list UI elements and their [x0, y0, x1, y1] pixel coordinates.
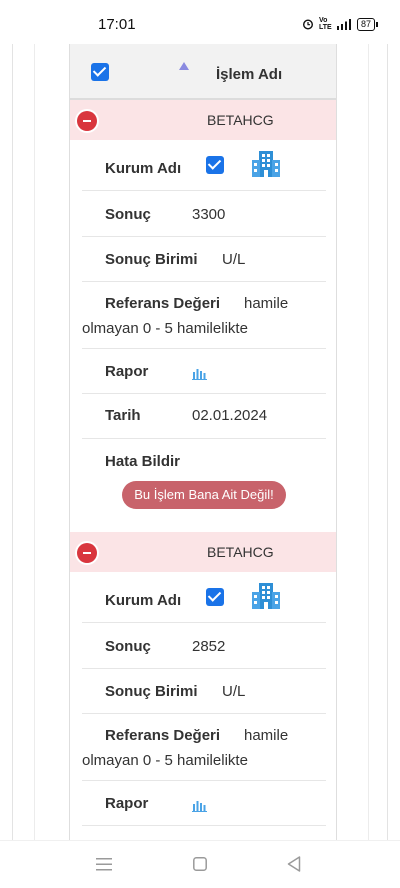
row-referans: Referans Değeri hamile olmayan 0 - 5 ham…	[82, 714, 326, 781]
collapse-icon[interactable]	[77, 543, 97, 563]
birim-label: Sonuç Birimi	[105, 251, 198, 268]
sonuc-value: 2852	[192, 638, 226, 655]
report-chart-icon[interactable]	[192, 798, 207, 812]
record-name: BETAHCG	[207, 544, 274, 560]
building-icon[interactable]	[251, 149, 281, 179]
record-header[interactable]: BETAHCG	[70, 100, 336, 140]
rapor-label: Rapor	[105, 363, 149, 380]
referans-label: Referans Değeri	[105, 295, 221, 312]
row-hata-bildir: Hata Bildir Bu İşlem Bana Ait Değil!	[82, 439, 326, 532]
kurum-label: Kurum Adı	[105, 592, 182, 609]
row-kurum: Kurum Adı	[82, 572, 326, 623]
tarih-label: Tarih	[105, 407, 141, 424]
record-name: BETAHCG	[207, 112, 274, 128]
system-nav-bar	[0, 840, 400, 888]
row-kurum: Kurum Adı	[82, 140, 326, 191]
page-divider-left	[34, 44, 35, 840]
column-title-islem-adi[interactable]: İşlem Adı	[216, 66, 282, 83]
select-all-checkbox[interactable]	[91, 63, 109, 81]
home-icon[interactable]	[193, 857, 207, 871]
row-rapor: Rapor	[82, 781, 326, 826]
status-icons: Vo LTE 87	[302, 17, 378, 31]
tarih-value: 02.01.2024	[192, 407, 268, 424]
report-chart-icon[interactable]	[192, 366, 207, 380]
referans-value-line2: olmayan 0 - 5 hamilelikte	[82, 752, 248, 769]
row-tarih: Tarih 02.01.2024	[82, 394, 326, 439]
row-sonuc: Sonuç 3300	[82, 191, 326, 237]
referans-value-line1: hamile	[244, 727, 289, 744]
back-icon[interactable]	[287, 856, 301, 872]
battery-tip	[376, 21, 378, 27]
not-my-record-button[interactable]: Bu İşlem Bana Ait Değil!	[122, 481, 286, 509]
kurum-checkbox[interactable]	[206, 156, 224, 174]
referans-value-line2: olmayan 0 - 5 hamilelikte	[82, 320, 248, 337]
row-sonuc-birimi: Sonuç Birimi U/L	[82, 669, 326, 714]
sonuc-label: Sonuç	[105, 206, 151, 223]
kurum-label: Kurum Adı	[105, 160, 182, 177]
sonuc-value: 3300	[192, 206, 226, 223]
kurum-checkbox[interactable]	[206, 588, 224, 606]
menu-icon[interactable]	[96, 858, 112, 871]
row-sonuc-birimi: Sonuç Birimi U/L	[82, 237, 326, 282]
building-icon[interactable]	[251, 581, 281, 611]
row-referans: Referans Değeri hamile olmayan 0 - 5 ham…	[82, 282, 326, 349]
record-header[interactable]: BETAHCG	[70, 532, 336, 572]
hata-label: Hata Bildir	[105, 453, 181, 470]
page-divider-right	[368, 44, 369, 840]
results-table: İşlem Adı BETAHCG Kurum Adı Sonuç 3300 S…	[69, 44, 337, 840]
sonuc-label: Sonuç	[105, 638, 151, 655]
table-header: İşlem Adı	[70, 44, 336, 100]
birim-value: U/L	[222, 683, 246, 700]
birim-label: Sonuç Birimi	[105, 683, 198, 700]
row-rapor: Rapor	[82, 349, 326, 394]
rapor-label: Rapor	[105, 795, 149, 812]
sort-asc-icon[interactable]	[179, 62, 189, 70]
row-sonuc: Sonuç 2852	[82, 623, 326, 669]
collapse-icon[interactable]	[77, 111, 97, 131]
referans-label: Referans Değeri	[105, 727, 221, 744]
volte-icon: Vo LTE	[318, 17, 332, 31]
birim-value: U/L	[222, 251, 246, 268]
alarm-icon	[302, 19, 313, 30]
status-bar: 17:01 Vo LTE 87	[0, 0, 400, 44]
status-time: 17:01	[98, 16, 136, 33]
referans-value-line1: hamile	[244, 295, 289, 312]
signal-icon	[336, 18, 351, 30]
battery-icon: 87	[356, 17, 375, 31]
